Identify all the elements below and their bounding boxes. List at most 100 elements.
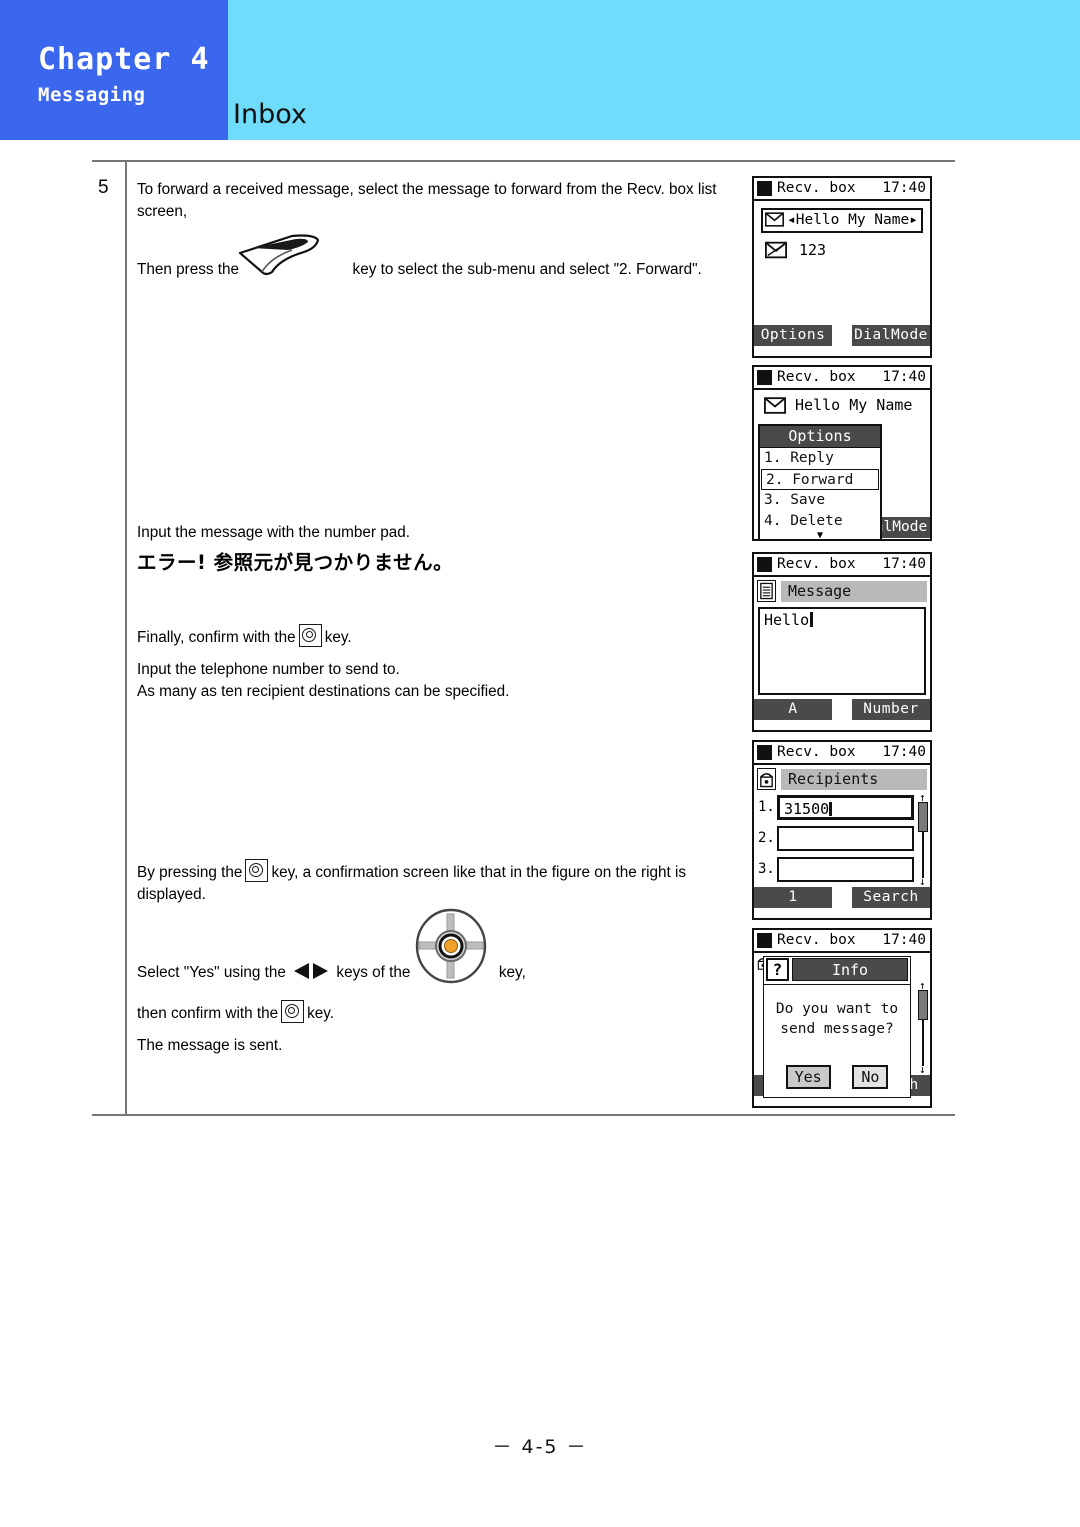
yes-button[interactable]: Yes [785, 1065, 831, 1089]
recipients-header: Recipients [757, 768, 927, 791]
instruction-select-yes: Select "Yes" using the keys of the key, [137, 962, 526, 984]
phone-screen-options-menu: Recv. box 17:40 Hello My Name alMode Opt… [752, 365, 932, 541]
dialog-message: Do you want to send message? [764, 999, 910, 1039]
status-title: Recv. box [777, 556, 856, 572]
list-item-selected[interactable]: ◂Hello My Name▸ [761, 208, 923, 233]
dialog-header: ? Info [764, 957, 910, 985]
center-key-icon [245, 859, 269, 882]
page-header: Chapter 4 Messaging Inbox [0, 0, 1080, 140]
scrollbar[interactable]: ↑ ↓ [918, 792, 928, 887]
recipients-header-label: Recipients [781, 769, 927, 790]
finally-prefix: Finally, confirm with the [137, 629, 296, 646]
menu-item-delete[interactable]: 4. Delete [760, 511, 880, 532]
select-yes-middle: keys of the [336, 964, 411, 981]
question-mark-icon: ? [766, 958, 789, 981]
soft-key-bar: 1 Search [754, 887, 930, 909]
screen-body: ◂Hello My Name▸ 123 [754, 201, 930, 325]
instruction-by-pressing: By pressing the key, a confirmation scree… [137, 859, 737, 906]
recipient-row-1[interactable]: 1. 31500 [758, 795, 914, 823]
instruction-input-telephone: Input the telephone number to send to. A… [137, 659, 737, 703]
scrollbar-thumb[interactable] [918, 802, 928, 832]
screen-body: Message Hello [754, 577, 930, 699]
status-bar: Recv. box 17:40 [754, 930, 930, 953]
soft-key-right-dialmode[interactable]: DialMode [852, 325, 930, 346]
soft-key-icon [238, 234, 320, 276]
scrollbar-thumb[interactable] [918, 990, 928, 1020]
step-column-divider [125, 160, 127, 1116]
instruction-then-press: Then press the key to select the sub-men… [137, 259, 747, 281]
list-item[interactable]: 123 [763, 241, 923, 263]
signal-block-icon [757, 933, 772, 948]
chapter-subtitle: Messaging [38, 84, 146, 106]
status-clock: 17:40 [882, 180, 926, 196]
scroll-down-icon[interactable]: ↓ [919, 876, 926, 887]
page-number-footer: － 4-5 － [492, 1436, 588, 1458]
status-bar: Recv. box 17:40 [754, 367, 930, 390]
phonebook-icon [757, 768, 776, 790]
soft-key-left-options[interactable]: Options [754, 325, 832, 346]
dialog-message-line2: send message? [780, 1021, 894, 1037]
recipient-index: 1. [758, 799, 775, 815]
status-bar: Recv. box 17:40 [754, 742, 930, 765]
then-confirm-suffix: key. [307, 1005, 335, 1022]
page-title: Inbox [233, 99, 307, 130]
text-caret [829, 802, 832, 816]
instruction-input-message: Input the message with the number pad. [137, 524, 410, 541]
list-item-label: 123 [799, 241, 827, 259]
instruction-then-confirm: then confirm with the key. [137, 1000, 334, 1025]
recipient-input[interactable] [777, 857, 914, 882]
status-title: Recv. box [777, 180, 856, 196]
editor-header: Message [757, 580, 927, 603]
status-clock: 17:40 [882, 932, 926, 948]
scroll-down-icon[interactable]: ↓ [919, 1064, 926, 1075]
soft-key-left-input-mode[interactable]: A [754, 699, 832, 720]
envelope-icon [764, 397, 786, 414]
error-reference-text: エラー! 参照元が見つかりません。 [137, 551, 454, 574]
phone-screen-send-confirm: Recv. box 17:40 ↑ ↓ ? Info Do you want t… [752, 928, 932, 1108]
chapter-title: Chapter 4 [38, 42, 210, 77]
recipient-value: 31500 [784, 800, 832, 818]
menu-item-reply[interactable]: 1. Reply [760, 448, 880, 469]
message-text-input[interactable]: Hello [758, 607, 926, 695]
center-key-icon [298, 624, 322, 647]
recipient-index: 3. [758, 861, 775, 877]
phone-screen-recipients: Recv. box 17:40 Recipients 1. 31500 2. 3… [752, 740, 932, 920]
recipient-input[interactable] [777, 826, 914, 851]
info-dialog: ? Info Do you want to send message? Yes … [763, 956, 911, 1098]
list-item-label: ◂Hello My Name▸ [787, 212, 918, 228]
signal-block-icon [757, 557, 772, 572]
menu-item-forward[interactable]: 2. Forward [761, 469, 879, 490]
status-title: Recv. box [777, 744, 856, 760]
dialog-message-line1: Do you want to [775, 1001, 899, 1017]
screen-body: Hello My Name alMode Options 1. Reply 2.… [754, 390, 930, 540]
instruction-finally-confirm: Finally, confirm with the key. [137, 624, 352, 649]
soft-key-right-number[interactable]: Number [852, 699, 930, 720]
chapter-block: Chapter 4 Messaging [0, 0, 228, 140]
dialog-title: Info [792, 958, 908, 981]
select-yes-prefix: Select "Yes" using the [137, 964, 286, 981]
menu-scroll-down-icon[interactable]: ▼ [760, 531, 880, 540]
recipient-index: 2. [758, 830, 775, 846]
scrollbar[interactable]: ↑ ↓ [918, 980, 928, 1075]
text-caret [810, 612, 814, 627]
soft-key-left-input-mode[interactable]: 1 [754, 887, 832, 908]
recipient-input[interactable]: 31500 [777, 795, 914, 820]
instruction-step-5: To forward a received message, select th… [137, 181, 717, 220]
message-text: Hello [764, 611, 810, 629]
scroll-up-icon[interactable]: ↑ [919, 980, 926, 991]
options-menu: Options 1. Reply 2. Forward 3. Save 4. D… [758, 424, 882, 540]
then-confirm-prefix: then confirm with the [137, 1005, 279, 1022]
select-yes-suffix: key, [498, 964, 526, 981]
screen-body: Recipients 1. 31500 2. 3. ↑ ↓ [754, 765, 930, 887]
menu-item-save[interactable]: 3. Save [760, 490, 880, 511]
no-button[interactable]: No [852, 1065, 889, 1089]
status-title: Recv. box [777, 369, 856, 385]
soft-key-bar: A Number [754, 699, 930, 721]
recipient-row-3[interactable]: 3. [758, 857, 914, 885]
scroll-up-icon[interactable]: ↑ [919, 792, 926, 803]
finally-suffix: key. [324, 629, 352, 646]
instruction-message-sent: The message is sent. [137, 1037, 283, 1054]
recipient-row-2[interactable]: 2. [758, 826, 914, 854]
by-pressing-prefix: By pressing the [137, 864, 243, 881]
soft-key-right-search[interactable]: Search [852, 887, 930, 908]
